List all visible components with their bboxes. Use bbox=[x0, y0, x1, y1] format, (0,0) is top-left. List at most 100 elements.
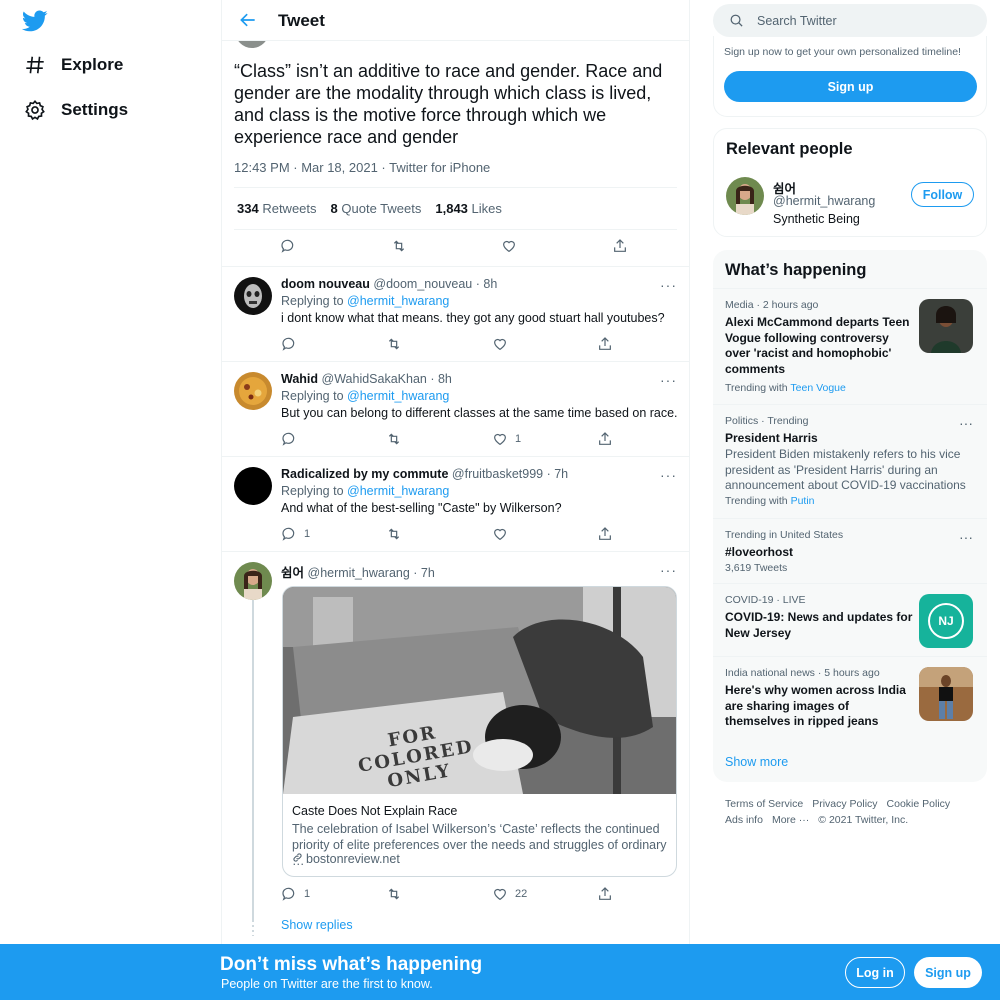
share-icon[interactable] bbox=[597, 336, 613, 352]
footer-links: Terms of Service Privacy Policy Cookie Pol… bbox=[725, 796, 985, 828]
replying-to: Replying to @hermit_hwarang bbox=[281, 389, 450, 403]
avatar[interactable] bbox=[234, 562, 272, 600]
show-replies-link[interactable]: Show replies bbox=[281, 918, 353, 932]
trend-thumbnail bbox=[919, 667, 973, 721]
reply-actions bbox=[281, 336, 621, 356]
twitter-logo-icon[interactable] bbox=[21, 8, 48, 34]
retweet-icon[interactable] bbox=[386, 336, 402, 352]
avatar[interactable] bbox=[234, 277, 272, 315]
footer-link[interactable]: Cookie Policy bbox=[887, 798, 951, 810]
retweet-icon[interactable] bbox=[386, 526, 402, 542]
tweet-stats: 334 Retweets 8 Quote Tweets 1,843 Likes bbox=[237, 201, 502, 216]
nav-explore[interactable]: Explore bbox=[24, 51, 123, 79]
mention-link[interactable]: @hermit_hwarang bbox=[347, 389, 449, 403]
trend-title: COVID-19: News and updates for New Jerse… bbox=[725, 610, 913, 640]
share-icon[interactable] bbox=[597, 431, 613, 447]
mention-link[interactable]: @hermit_hwarang bbox=[347, 294, 449, 308]
like-count: 1 bbox=[515, 433, 522, 445]
relevant-heading: Relevant people bbox=[726, 140, 853, 158]
footer-link[interactable]: Ads info bbox=[725, 814, 763, 826]
like-count: 22 bbox=[515, 888, 528, 900]
trend-item[interactable]: Media · 2 hours ago Alexi McCammond depa… bbox=[713, 288, 987, 404]
trending-with-link[interactable]: Putin bbox=[791, 495, 815, 507]
avatar[interactable] bbox=[234, 372, 272, 410]
trend-item[interactable]: Politics · Trending ··· President Harris… bbox=[713, 404, 987, 518]
reply-tweet[interactable]: Wahid @WahidSakaKhan · 8h ··· Replying t… bbox=[222, 362, 689, 457]
quotes-stat[interactable]: 8 Quote Tweets bbox=[331, 201, 422, 216]
share-icon[interactable] bbox=[612, 238, 628, 254]
footer-link[interactable]: Privacy Policy bbox=[812, 798, 877, 810]
like-icon[interactable] bbox=[492, 526, 508, 542]
trend-item[interactable]: Trending in United States ··· #loveorhos… bbox=[713, 518, 987, 583]
retweet-icon[interactable] bbox=[386, 886, 402, 902]
more-icon[interactable]: ··· bbox=[959, 415, 973, 431]
signup-button[interactable]: Sign up bbox=[914, 957, 982, 988]
show-more-link[interactable]: Show more bbox=[725, 755, 788, 769]
trend-item[interactable]: India national news · 5 hours ago Here's… bbox=[713, 656, 987, 742]
reply-text: And what of the best-selling "Caste" by … bbox=[281, 501, 562, 515]
right-sidebar: Search Twitter Sign up now to get your o… bbox=[713, 0, 987, 1000]
link-card[interactable]: FOR COLORED ONLY Caste Does Not Explain … bbox=[282, 586, 677, 877]
retweet-icon[interactable] bbox=[386, 431, 402, 447]
more-icon[interactable]: ··· bbox=[660, 277, 677, 293]
like-icon[interactable]: 22 bbox=[492, 886, 527, 902]
share-icon[interactable] bbox=[597, 526, 613, 542]
left-nav: Explore Settings bbox=[0, 0, 221, 1000]
reply-icon[interactable]: 1 bbox=[281, 886, 310, 902]
footer-more-link[interactable]: More ··· bbox=[772, 814, 809, 826]
more-icon[interactable]: ··· bbox=[660, 467, 677, 483]
signup-button[interactable]: Sign up bbox=[724, 71, 977, 102]
like-icon[interactable] bbox=[492, 336, 508, 352]
reply-icon[interactable] bbox=[280, 238, 296, 254]
reply-header: Wahid @WahidSakaKhan · 8h bbox=[281, 372, 452, 386]
more-icon[interactable]: ··· bbox=[660, 372, 677, 388]
follow-button[interactable]: Follow bbox=[911, 182, 974, 207]
retweet-icon[interactable] bbox=[391, 238, 407, 254]
mention-link[interactable]: @hermit_hwarang bbox=[347, 484, 449, 498]
trend-context: India national news · 5 hours ago bbox=[725, 667, 880, 679]
login-button[interactable]: Log in bbox=[845, 957, 905, 988]
tweet-header: Tweet bbox=[222, 0, 689, 41]
trend-item[interactable]: COVID-19 · LIVE COVID-19: News and updat… bbox=[713, 583, 987, 656]
footer-link[interactable]: Terms of Service bbox=[725, 798, 803, 810]
avatar[interactable] bbox=[234, 467, 272, 505]
reply-icon[interactable]: 1 bbox=[281, 526, 310, 542]
bottom-signup-bar: Don’t miss what’s happening People on Tw… bbox=[0, 944, 1000, 1000]
hashtag-icon bbox=[24, 54, 46, 76]
trend-tweet-count: 3,619 Tweets bbox=[725, 562, 788, 574]
trend-title: Alexi McCammond departs Teen Vogue follo… bbox=[725, 315, 910, 376]
bottom-bar-subtext: People on Twitter are the first to know. bbox=[221, 977, 433, 991]
tweet-timestamp[interactable]: 12:43 PM · Mar 18, 2021 · Twitter for iP… bbox=[234, 160, 490, 175]
trends-panel: What’s happening Media · 2 hours ago Ale… bbox=[713, 250, 987, 782]
main-tweet-actions bbox=[234, 236, 677, 260]
reply-actions: 1 22 bbox=[281, 886, 621, 906]
avatar[interactable] bbox=[726, 177, 764, 215]
person-bio: Synthetic Being bbox=[773, 212, 860, 226]
nav-settings-label: Settings bbox=[61, 100, 129, 119]
reply-actions: 1 bbox=[281, 526, 621, 546]
reply-tweet[interactable]: doom nouveau @doom_nouveau · 8h ··· Repl… bbox=[222, 267, 689, 362]
back-arrow-icon[interactable] bbox=[238, 10, 258, 30]
more-icon[interactable]: ··· bbox=[959, 529, 973, 545]
covid-nj-badge-icon: NJ bbox=[919, 594, 973, 648]
reply-icon[interactable] bbox=[281, 336, 297, 352]
likes-stat[interactable]: 1,843 Likes bbox=[435, 201, 502, 216]
trending-with-link[interactable]: Teen Vogue bbox=[790, 382, 845, 394]
like-icon[interactable] bbox=[501, 238, 517, 254]
reply-icon[interactable] bbox=[281, 431, 297, 447]
reply-tweet[interactable]: Radicalized by my commute @fruitbasket99… bbox=[222, 457, 689, 552]
replying-to: Replying to @hermit_hwarang bbox=[281, 484, 450, 498]
trend-description: President Biden mistakenly refers to his… bbox=[725, 447, 966, 492]
search-input[interactable]: Search Twitter bbox=[757, 14, 837, 28]
nav-settings[interactable]: Settings bbox=[24, 96, 128, 124]
like-icon[interactable]: 1 bbox=[492, 431, 521, 447]
search-bar[interactable]: Search Twitter bbox=[713, 4, 987, 37]
tweet-column: Tweet “Class” isn’t an additive to race … bbox=[221, 0, 690, 1000]
person-handle[interactable]: @hermit_hwarang bbox=[773, 194, 875, 208]
trending-with: Trending with Teen Vogue bbox=[725, 382, 846, 394]
share-icon[interactable] bbox=[597, 886, 613, 902]
retweets-stat[interactable]: 334 Retweets bbox=[237, 201, 317, 216]
more-icon[interactable]: ··· bbox=[660, 562, 677, 578]
card-domain: bostonreview.net bbox=[292, 852, 400, 866]
reply-actions: 1 bbox=[281, 431, 621, 451]
